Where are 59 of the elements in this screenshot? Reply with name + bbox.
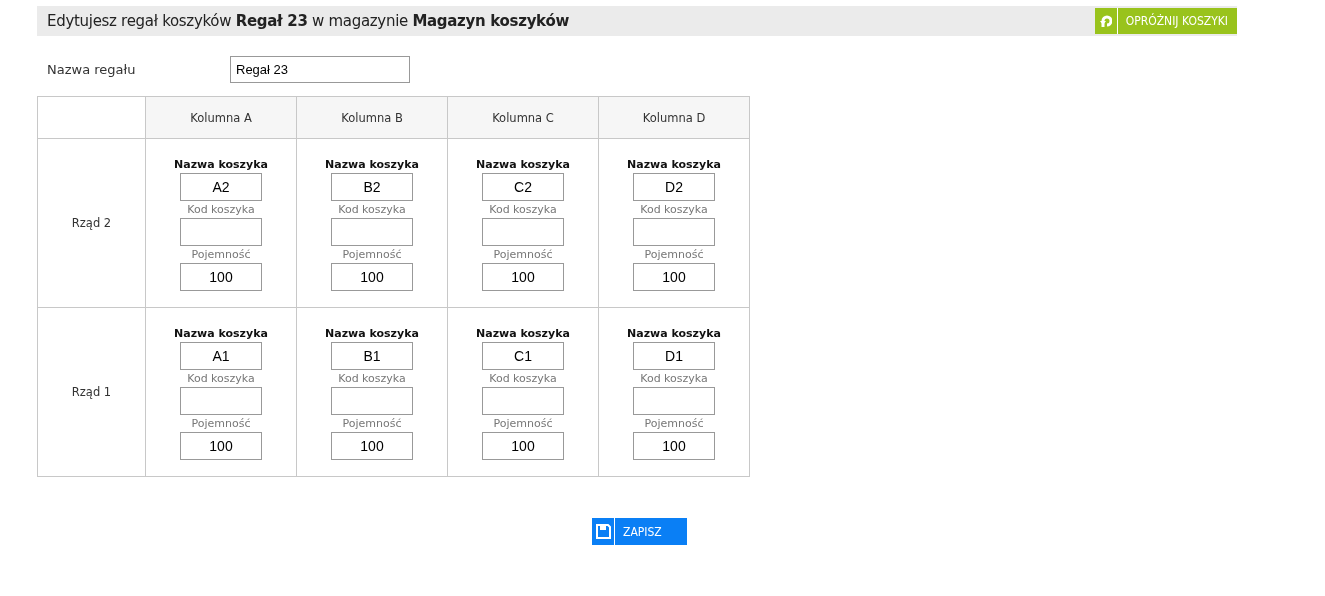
capacity-field[interactable]: 100 [482, 262, 564, 291]
field-label: Pojemność [644, 415, 704, 432]
field-label: Nazwa koszyka [476, 326, 570, 342]
field-label: Kod koszyka [640, 370, 708, 387]
field-label: Pojemność [493, 415, 553, 432]
field-label: Nazwa koszyka [325, 326, 419, 342]
basket-code-field[interactable] [331, 386, 413, 415]
capacity-field[interactable]: 100 [633, 431, 715, 460]
field-label: Kod koszyka [338, 370, 406, 387]
basket-code-field[interactable] [180, 217, 262, 246]
basket-code-field[interactable] [482, 217, 564, 246]
basket-code-field[interactable] [633, 217, 715, 246]
column-header: Kolumna C [447, 96, 599, 139]
page-title: Edytujesz regał koszyków Regał 23 w magazynie Magazyn koszyków [46, 12, 569, 30]
field-label: Pojemność [342, 415, 402, 432]
basket-name-field[interactable]: A1 [180, 341, 262, 370]
field-label: Kod koszyka [489, 370, 557, 387]
capacity-field[interactable]: 100 [180, 262, 262, 291]
capacity-field[interactable]: 100 [482, 431, 564, 460]
field-label: Kod koszyka [640, 201, 708, 218]
field-label: Pojemność [191, 246, 251, 263]
field-label: Kod koszyka [338, 201, 406, 218]
field-label: Kod koszyka [187, 201, 255, 218]
column-header: Kolumna D [598, 96, 750, 139]
capacity-field[interactable]: 100 [331, 431, 413, 460]
field-label: Nazwa koszyka [174, 157, 268, 173]
field-label: Pojemność [493, 246, 553, 263]
field-label: Nazwa koszyka [325, 157, 419, 173]
basket-name-field[interactable]: B1 [331, 341, 413, 370]
field-label: Nazwa koszyka [627, 326, 721, 342]
basket-code-field[interactable] [633, 386, 715, 415]
row-header: Rząd 1 [37, 307, 146, 477]
undo-arrow-icon [1099, 14, 1112, 28]
save-button[interactable]: ZAPISZ [592, 518, 687, 545]
column-header: Kolumna B [296, 96, 448, 139]
field-label: Pojemność [342, 246, 402, 263]
field-label: Nazwa koszyka [174, 326, 268, 342]
basket-name-field[interactable]: B2 [331, 172, 413, 201]
basket-name-field[interactable]: C2 [482, 172, 564, 201]
basket-name-field[interactable]: D1 [633, 341, 715, 370]
rack-name-field[interactable]: Regał 23 [230, 56, 410, 83]
capacity-field[interactable]: 100 [180, 431, 262, 460]
field-label: Nazwa regału [47, 62, 137, 77]
capacity-field[interactable]: 100 [331, 262, 413, 291]
field-label: Pojemność [191, 415, 251, 432]
basket-code-field[interactable] [331, 217, 413, 246]
field-label: Nazwa koszyka [627, 157, 721, 173]
field-label: Nazwa koszyka [476, 157, 570, 173]
field-label: Pojemność [644, 246, 704, 263]
basket-name-field[interactable]: C1 [482, 341, 564, 370]
column-header: Kolumna A [145, 96, 297, 139]
basket-name-field[interactable]: D2 [633, 172, 715, 201]
basket-code-field[interactable] [180, 386, 262, 415]
basket-code-field[interactable] [482, 386, 564, 415]
row-header: Rząd 2 [37, 138, 146, 308]
field-label: Kod koszyka [489, 201, 557, 218]
capacity-field[interactable]: 100 [633, 262, 715, 291]
field-label: Kod koszyka [187, 370, 255, 387]
basket-name-field[interactable]: A2 [180, 172, 262, 201]
